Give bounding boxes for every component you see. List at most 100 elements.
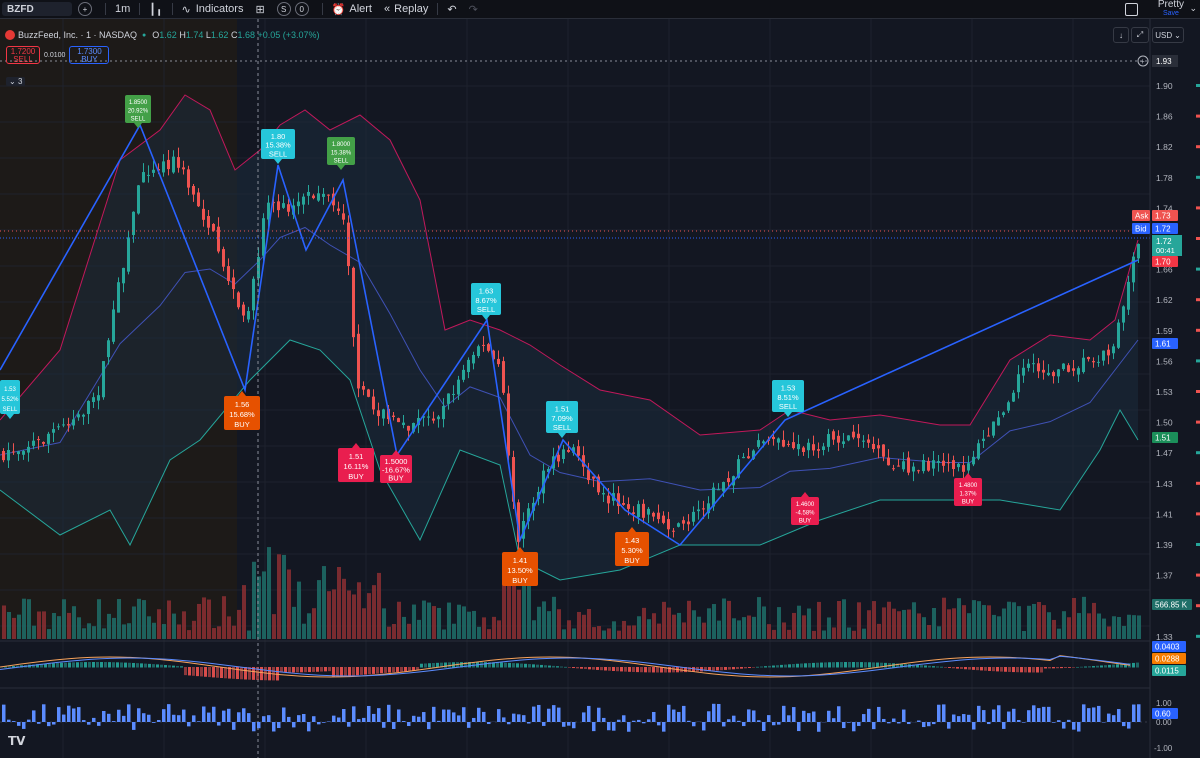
- macd-histogram-bar: [648, 667, 651, 673]
- oscillator-bar: [897, 722, 901, 724]
- oscillator-bar: [117, 709, 121, 722]
- candle-body: [977, 443, 980, 459]
- oscillator-bar: [467, 722, 471, 728]
- oscillator-bar: [947, 722, 951, 729]
- macd-histogram-bar: [1088, 666, 1091, 668]
- volume-bar: [367, 593, 371, 639]
- currency-select[interactable]: USD ⌄: [1152, 27, 1184, 43]
- signal-text: 13.50%: [507, 566, 533, 575]
- candle-body: [1082, 357, 1085, 373]
- oscillator-bar: [1122, 722, 1126, 727]
- oscillator-bar: [237, 712, 241, 722]
- volume-bar: [297, 581, 301, 639]
- fit-button[interactable]: ⤢: [1131, 27, 1149, 43]
- macd-histogram-bar: [284, 667, 287, 673]
- oscillator-bar: [952, 714, 956, 722]
- lower-band-tag: 1.51: [1152, 432, 1178, 443]
- macd-value-1-text: 0.0403: [1155, 643, 1180, 652]
- oscillator-bar: [782, 705, 786, 722]
- oscillator-bar: [542, 722, 546, 726]
- oscillator-bar: [937, 704, 941, 722]
- macd-histogram-bar: [612, 667, 615, 671]
- oscillator-bar: [32, 710, 36, 722]
- oscillator-bar: [242, 708, 246, 722]
- macd-histogram-bar: [988, 667, 991, 671]
- macd-histogram-bar: [984, 667, 987, 671]
- oscillator-bar: [762, 722, 766, 731]
- macd-histogram-bar: [840, 662, 843, 668]
- volume-bar: [887, 601, 891, 639]
- volume-bar: [607, 628, 611, 639]
- sell-button[interactable]: 1.7200 SELL: [6, 46, 40, 64]
- oscillator-bar: [892, 718, 896, 722]
- candle-body: [817, 449, 820, 451]
- macd-histogram-bar: [124, 662, 127, 668]
- candle-body: [957, 463, 960, 468]
- oscillator-bar: [72, 708, 76, 722]
- macd-histogram-bar: [832, 662, 835, 668]
- volume-bar: [932, 607, 936, 639]
- candle-body: [882, 444, 885, 457]
- volume-bar: [682, 622, 686, 639]
- volume-bar: [442, 629, 446, 639]
- macd-histogram-bar: [248, 667, 251, 680]
- candle-body: [607, 495, 610, 504]
- macd-histogram-bar: [156, 664, 159, 668]
- volume-bar: [1027, 605, 1031, 639]
- oscillator-bar: [87, 722, 91, 725]
- oscillator-bar: [1102, 722, 1106, 723]
- macd-histogram-bar: [68, 662, 71, 668]
- macd-histogram-bar: [396, 667, 399, 672]
- macd-histogram-bar: [384, 667, 387, 673]
- oscillator-bar: [812, 711, 816, 722]
- macd-histogram-bar: [568, 667, 571, 668]
- volume-bar: [647, 619, 651, 639]
- candle-body: [152, 169, 155, 173]
- candle-body: [912, 466, 915, 472]
- volume-bar: [797, 605, 801, 639]
- volume-bar: [997, 616, 1001, 639]
- signal-text: 8.67%: [475, 296, 497, 305]
- candle-body: [1077, 368, 1080, 375]
- volume-bar: [342, 578, 346, 639]
- axis-marker: [1196, 451, 1200, 455]
- axis-marker: [1196, 145, 1200, 149]
- volume-bar: [962, 605, 966, 639]
- oscillator-bar: [57, 707, 61, 722]
- candle-body: [902, 461, 905, 470]
- signal-text: BUY: [962, 500, 974, 506]
- oscillator-bar: [522, 715, 526, 722]
- candle-body: [147, 174, 150, 176]
- volume-bar: [852, 630, 856, 639]
- candle-body: [1107, 349, 1110, 356]
- volume-bar: [627, 625, 631, 639]
- macd-histogram-bar: [1076, 666, 1079, 668]
- volume-bar: [362, 608, 366, 639]
- macd-histogram-bar: [780, 664, 783, 668]
- volume-bar: [127, 623, 131, 639]
- macd-histogram-bar: [148, 663, 151, 668]
- oscillator-bar: [1067, 719, 1071, 722]
- volume-bar: [662, 601, 666, 639]
- price-chart[interactable]: 1.850020.92%SELL1.8015.38%SELL1.800015.3…: [0, 0, 1200, 758]
- signal-text: 1.4800: [959, 483, 978, 489]
- oscillator-bar: [962, 714, 966, 722]
- oscillator-bar: [297, 715, 301, 722]
- macd-histogram-bar: [552, 665, 555, 668]
- volume-bar: [312, 608, 316, 639]
- macd-histogram-bar: [136, 663, 139, 668]
- indicators-toggle[interactable]: ⌄ 3: [6, 77, 26, 86]
- buy-button[interactable]: 1.7300 BUY: [69, 46, 110, 64]
- volume-bar: [842, 599, 846, 639]
- candle-body: [382, 409, 385, 419]
- candle-body: [97, 395, 100, 401]
- oscillator-bar: [757, 720, 761, 722]
- volume-bar: [1037, 601, 1041, 639]
- volume-bar: [267, 547, 271, 639]
- osc-zero-label: 0.00: [1156, 718, 1172, 727]
- scroll-down-button[interactable]: ↓: [1113, 27, 1129, 43]
- volume-bar: [177, 624, 181, 639]
- oscillator-bar: [392, 722, 396, 729]
- volume-bar: [847, 627, 851, 639]
- volume-bar: [1012, 602, 1016, 639]
